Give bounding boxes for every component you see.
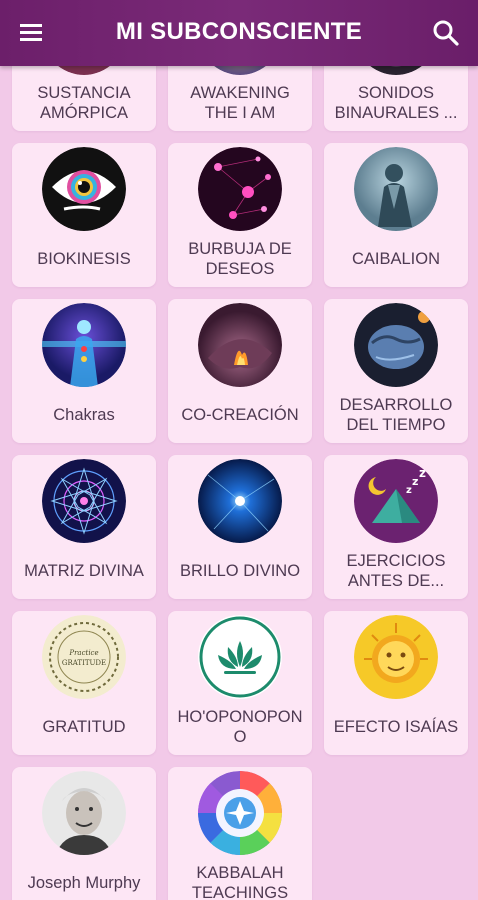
caibalion-thumbnail [354,147,438,231]
category-label: HO'OPONOPON O [177,708,303,746]
category-card-chakras[interactable]: Chakras [12,299,156,443]
svg-text:Practice: Practice [68,649,98,657]
category-label: BRILLO DIVINO [179,562,301,580]
category-card-brillo-divino[interactable]: BRILLO DIVINO [168,455,312,599]
app-bar: MI SUBCONSCIENTE [0,0,478,66]
gratitude-thumbnail: Practice GRATITUDE [42,615,126,699]
category-grid: SUSTANCIA AMÓRPICA AWAKENING THE I AM SO… [12,0,468,900]
eye-thumbnail [42,147,126,231]
category-card-desarrollo-del-tiempo[interactable]: DESARROLLO DEL TIEMPO [324,299,468,443]
brillo-divino-thumbnail [198,459,282,543]
chakras-thumbnail [42,303,126,387]
category-label: EFECTO ISAÍAS [333,718,459,736]
category-card-ejercicios[interactable]: z z z EJERCICIOS ANTES DE... [324,455,468,599]
category-card-matriz-divina[interactable]: MATRIZ DIVINA [12,455,156,599]
svg-text:z: z [412,475,418,488]
category-card-gratitud[interactable]: Practice GRATITUDE GRATITUD [12,611,156,755]
category-label: GRATITUD [42,718,126,736]
category-label: AWAKENING THE I AM [190,84,290,122]
category-label: BIOKINESIS [37,250,131,268]
category-label: Joseph Murphy [27,874,141,892]
mandala-thumbnail [42,459,126,543]
svg-text:z: z [419,466,426,480]
category-label: MATRIZ DIVINA [24,562,144,580]
category-card-hooponopono[interactable]: HO'OPONOPON O [168,611,312,755]
desarrollo-thumbnail [354,303,438,387]
category-label: EJERCICIOS ANTES DE... [346,552,446,590]
lotus-thumbnail [198,615,282,699]
category-label: KABBALAH TEACHINGS [191,864,289,900]
category-label: CO-CREACIÓN [181,406,299,424]
category-label: SUSTANCIA AMÓRPICA [37,84,131,122]
category-label: DESARROLLO DEL TIEMPO [339,396,453,434]
sleep-tent-thumbnail: z z z [354,459,438,543]
portrait-thumbnail [42,771,126,855]
category-card-joseph-murphy[interactable]: Joseph Murphy [12,767,156,900]
category-card-burbuja-de-deseos[interactable]: BURBUJA DE DESEOS [168,143,312,287]
app-title: MI SUBCONSCIENTE [115,18,363,45]
category-card-caibalion[interactable]: CAIBALION [324,143,468,287]
co-creacion-thumbnail [198,303,282,387]
category-label: BURBUJA DE DESEOS [188,240,292,278]
kabbalah-wheel-thumbnail [198,771,282,855]
svg-text:GRATITUDE: GRATITUDE [62,659,106,667]
bubbles-thumbnail [198,147,282,231]
category-card-efecto-isaias[interactable]: EFECTO ISAÍAS [324,611,468,755]
category-label: Chakras [53,406,115,424]
category-card-kabbalah-teachings[interactable]: KABBALAH TEACHINGS [168,767,312,900]
category-label: SONIDOS BINAURALES ... [334,84,458,122]
search-icon[interactable] [432,19,460,47]
category-label: CAIBALION [351,250,441,268]
category-card-biokinesis[interactable]: BIOKINESIS [12,143,156,287]
sun-thumbnail [354,615,438,699]
category-card-co-creacion[interactable]: CO-CREACIÓN [168,299,312,443]
